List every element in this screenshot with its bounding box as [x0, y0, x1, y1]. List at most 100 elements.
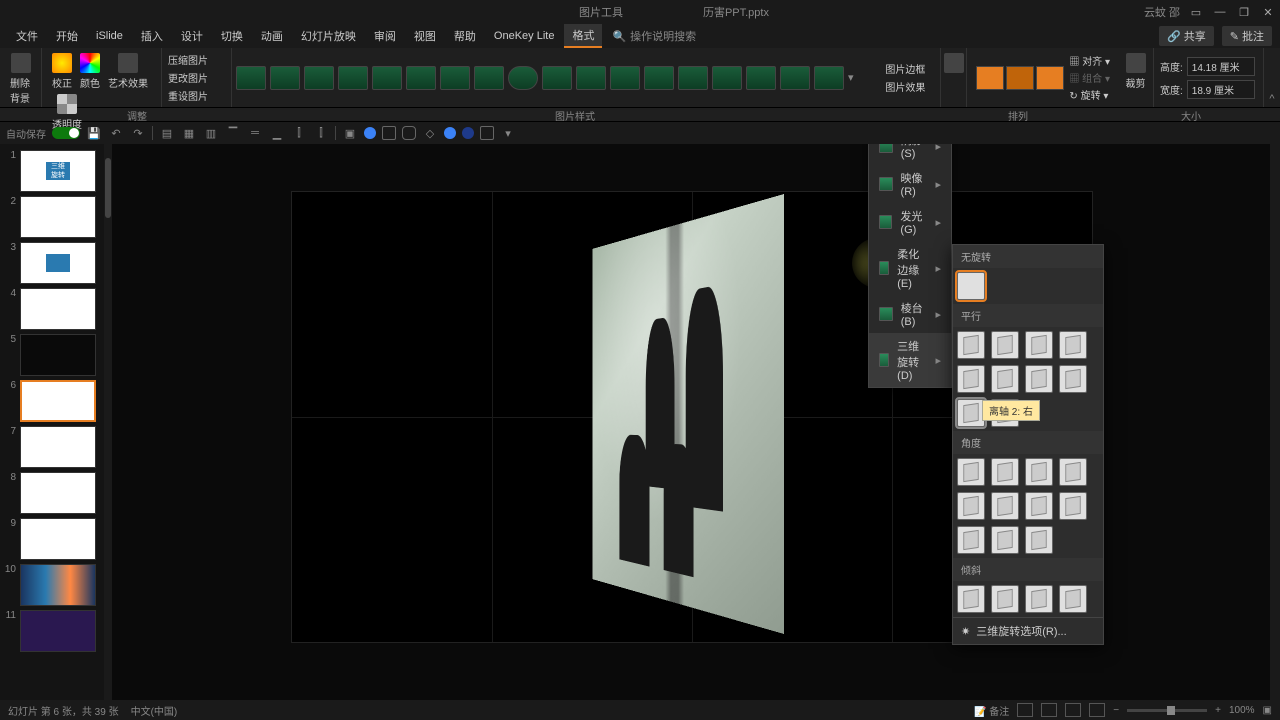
rotation-preset[interactable] [1025, 365, 1053, 393]
rotation-preset[interactable] [991, 526, 1019, 554]
zoom-level[interactable]: 100% [1229, 705, 1255, 716]
picture-styles-gallery[interactable]: ▾ [232, 48, 879, 107]
redo-icon[interactable]: ↷ [130, 125, 146, 141]
rotation-preset[interactable] [957, 331, 985, 359]
style-preset[interactable] [814, 66, 844, 90]
style-preset[interactable] [270, 66, 300, 90]
menu-design[interactable]: 设计 [173, 25, 211, 47]
rotation-options-item[interactable]: ✷ 三维旋转选项(R)... [953, 617, 1103, 644]
normal-view-button[interactable] [1017, 703, 1033, 717]
rotation-preset[interactable] [1025, 458, 1053, 486]
style-preset[interactable] [746, 66, 776, 90]
shape-misc-icon[interactable]: ◇ [422, 125, 438, 141]
window-restore-icon[interactable]: ❐ [1236, 4, 1252, 20]
style-preset[interactable] [372, 66, 402, 90]
slide-thumbnails-panel[interactable]: 1三维旋转 2 3 4 5 6 7 8 9 10 11 [0, 144, 112, 700]
shape-rounded[interactable] [402, 126, 416, 140]
style-preset[interactable] [236, 66, 266, 90]
crop-button[interactable]: 裁剪 [1122, 51, 1150, 92]
align-top-icon[interactable]: ▔ [225, 125, 241, 141]
slide-thumb-7[interactable] [20, 426, 96, 468]
shape-circle-dark[interactable] [462, 127, 474, 139]
undo-icon[interactable]: ↶ [108, 125, 124, 141]
zoom-slider[interactable] [1127, 709, 1207, 712]
shape-square[interactable] [480, 126, 494, 140]
send-backward-button[interactable] [1006, 66, 1034, 90]
style-preset[interactable] [712, 66, 742, 90]
style-preset[interactable] [780, 66, 810, 90]
menu-islide[interactable]: iSlide [88, 27, 131, 45]
rotate-button[interactable]: ↻ 旋转 ▾ [1069, 87, 1110, 102]
rotation-preset[interactable] [1059, 585, 1087, 613]
rotation-preset[interactable] [1059, 458, 1087, 486]
artistic-effects-button[interactable]: 艺术效果 [104, 51, 152, 92]
alt-text-button[interactable] [940, 51, 968, 75]
shape-circle-blue-2[interactable] [444, 127, 456, 139]
rotation-preset[interactable] [957, 526, 985, 554]
menu-onekey[interactable]: OneKey Lite [486, 27, 563, 45]
rotation-preset[interactable] [1059, 492, 1087, 520]
align-left-icon[interactable]: ▤ [159, 125, 175, 141]
collapse-ribbon-icon[interactable]: ^ [1269, 93, 1274, 105]
rotation-preset[interactable] [1025, 585, 1053, 613]
window-minimize-icon[interactable]: — [1212, 4, 1228, 20]
style-preset[interactable] [474, 66, 504, 90]
window-maximize-icon[interactable]: ▭ [1188, 4, 1204, 20]
language-indicator[interactable]: 中文(中国) [131, 703, 178, 718]
style-preset[interactable] [542, 66, 572, 90]
style-preset[interactable] [338, 66, 368, 90]
search-box[interactable]: 🔍 操作说明搜索 [612, 28, 696, 44]
rotation-preset[interactable] [1025, 526, 1053, 554]
align-button[interactable]: ▦ 对齐 ▾ [1069, 53, 1110, 68]
style-preset[interactable] [644, 66, 674, 90]
menu-slideshow[interactable]: 幻灯片放映 [293, 25, 364, 47]
rotation-preset-none[interactable] [957, 272, 985, 300]
style-preset[interactable] [304, 66, 334, 90]
group-icon[interactable]: ▣ [342, 125, 358, 141]
share-button[interactable]: 🔗 共享 [1159, 26, 1214, 46]
menu-animation[interactable]: 动画 [253, 25, 291, 47]
slide-thumb-4[interactable] [20, 288, 96, 330]
reading-view-button[interactable] [1065, 703, 1081, 717]
shape-circle-blue[interactable] [364, 127, 376, 139]
align-center-icon[interactable]: ▦ [181, 125, 197, 141]
style-preset[interactable] [508, 66, 538, 90]
color-button[interactable]: 颜色 [76, 51, 104, 92]
effects-softedge-item[interactable]: 柔化边缘(E)▸ [869, 241, 951, 295]
style-preset[interactable] [406, 66, 436, 90]
rotation-preset[interactable] [991, 331, 1019, 359]
autosave-toggle[interactable] [52, 127, 80, 139]
slide-thumb-5[interactable] [20, 334, 96, 376]
slide-thumb-8[interactable] [20, 472, 96, 514]
zoom-in-button[interactable]: + [1215, 705, 1221, 716]
rotation-preset-hovered[interactable] [957, 399, 985, 427]
rotation-preset[interactable] [991, 585, 1019, 613]
zoom-out-button[interactable]: − [1113, 705, 1119, 716]
slide-thumb-6[interactable] [20, 380, 96, 422]
rotation-preset[interactable] [957, 365, 985, 393]
rotation-preset[interactable] [991, 492, 1019, 520]
width-input[interactable]: 18.9 厘米 [1187, 80, 1255, 99]
picture-effects-button[interactable]: 图片效果 [885, 79, 925, 94]
align-middle-icon[interactable]: ═ [247, 125, 263, 141]
menu-format[interactable]: 格式 [564, 24, 602, 48]
style-preset[interactable] [576, 66, 606, 90]
change-picture-button[interactable]: 更改图片 [168, 70, 208, 85]
rotation-preset[interactable] [957, 492, 985, 520]
selected-picture[interactable] [592, 194, 784, 634]
notes-button[interactable]: 📝 备注 [974, 703, 1009, 718]
more-shapes-icon[interactable]: ▾ [500, 125, 516, 141]
rotation-preset[interactable] [1059, 365, 1087, 393]
effects-3drotation-item[interactable]: 三维旋转(D)▸ [869, 333, 951, 387]
slide-thumb-11[interactable] [20, 610, 96, 652]
picture-border-button[interactable]: 图片边框 [885, 61, 925, 76]
style-preset[interactable] [678, 66, 708, 90]
menu-view[interactable]: 视图 [406, 25, 444, 47]
rotation-preset[interactable] [1025, 331, 1053, 359]
remove-background-button[interactable]: 删除背景 [6, 51, 35, 107]
menu-transition[interactable]: 切换 [213, 25, 251, 47]
menu-file[interactable]: 文件 [8, 25, 46, 47]
fit-window-button[interactable]: ▣ [1263, 705, 1272, 716]
thumbnail-scrollbar[interactable] [104, 144, 112, 700]
slide-thumb-2[interactable] [20, 196, 96, 238]
